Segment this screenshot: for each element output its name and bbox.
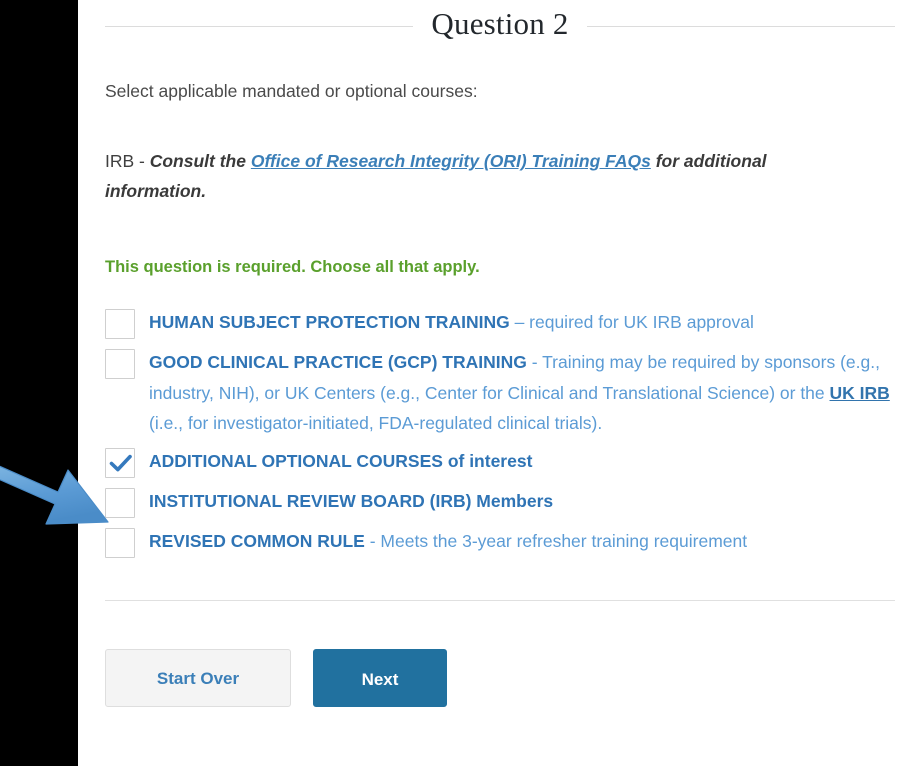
next-button[interactable]: Next <box>313 648 447 707</box>
required-notice: This question is required. Choose all th… <box>105 258 480 277</box>
option-title: INSTITUTIONAL REVIEW BOARD (IRB) Members <box>149 490 554 511</box>
checkbox-good-clinical-practice-gcp-training[interactable] <box>105 349 135 380</box>
option-label: REVISED COMMON RULE - Meets the 3-year r… <box>149 526 895 556</box>
annotation-arrow-icon <box>0 465 109 525</box>
question-header: Question 2 <box>105 0 895 52</box>
option-label: INSTITUTIONAL REVIEW BOARD (IRB) Members <box>149 486 895 516</box>
option-description: - Meets the 3-year refresher training re… <box>364 530 748 551</box>
option-label: HUMAN SUBJECT PROTECTION TRAINING – requ… <box>149 307 895 337</box>
footer-divider <box>105 599 895 601</box>
page-title: Question 2 <box>431 6 569 41</box>
title-rule-right <box>586 25 895 27</box>
option-label: GOOD CLINICAL PRACTICE (GCP) TRAINING - … <box>149 347 895 437</box>
uk-irb-link[interactable]: UK IRB <box>830 383 890 403</box>
option-row[interactable]: ADDITIONAL OPTIONAL COURSES of interest <box>105 446 895 478</box>
option-row[interactable]: INSTITUTIONAL REVIEW BOARD (IRB) Members <box>105 486 895 518</box>
question-prompt: Select applicable mandated or optional c… <box>105 81 478 101</box>
left-black-margin <box>0 0 78 766</box>
ori-training-faqs-link[interactable]: Office of Research Integrity (ORI) Train… <box>251 151 651 171</box>
option-title: HUMAN SUBJECT PROTECTION TRAINING <box>149 312 510 333</box>
start-over-button[interactable]: Start Over <box>105 648 291 707</box>
option-description-tail: (i.e., for investigator-initiated, FDA-r… <box>149 412 603 433</box>
irb-consult-text: Consult the <box>149 151 251 172</box>
survey-page: Question 2 Select applicable mandated or… <box>0 0 910 783</box>
irb-instruction: IRB - Consult the Office of Research Int… <box>105 146 865 206</box>
option-description: – required for UK IRB approval <box>509 312 754 333</box>
option-label: ADDITIONAL OPTIONAL COURSES of interest <box>149 446 895 476</box>
option-title: GOOD CLINICAL PRACTICE (GCP) TRAINING <box>149 352 527 373</box>
option-row[interactable]: REVISED COMMON RULE - Meets the 3-year r… <box>105 526 895 558</box>
options-list: HUMAN SUBJECT PROTECTION TRAINING – requ… <box>105 307 895 558</box>
option-title: REVISED COMMON RULE <box>149 530 365 551</box>
title-rule-left <box>105 25 414 27</box>
checkbox-human-subject-protection-training[interactable] <box>105 309 135 340</box>
question-content: Question 2 Select applicable mandated or… <box>105 0 895 707</box>
form-actions: Start Over Next <box>105 648 895 707</box>
option-row[interactable]: HUMAN SUBJECT PROTECTION TRAINING – requ… <box>105 307 895 340</box>
option-row[interactable]: GOOD CLINICAL PRACTICE (GCP) TRAINING - … <box>105 347 895 437</box>
irb-prefix: IRB - <box>105 151 150 172</box>
option-title: ADDITIONAL OPTIONAL COURSES of interest <box>149 450 533 471</box>
